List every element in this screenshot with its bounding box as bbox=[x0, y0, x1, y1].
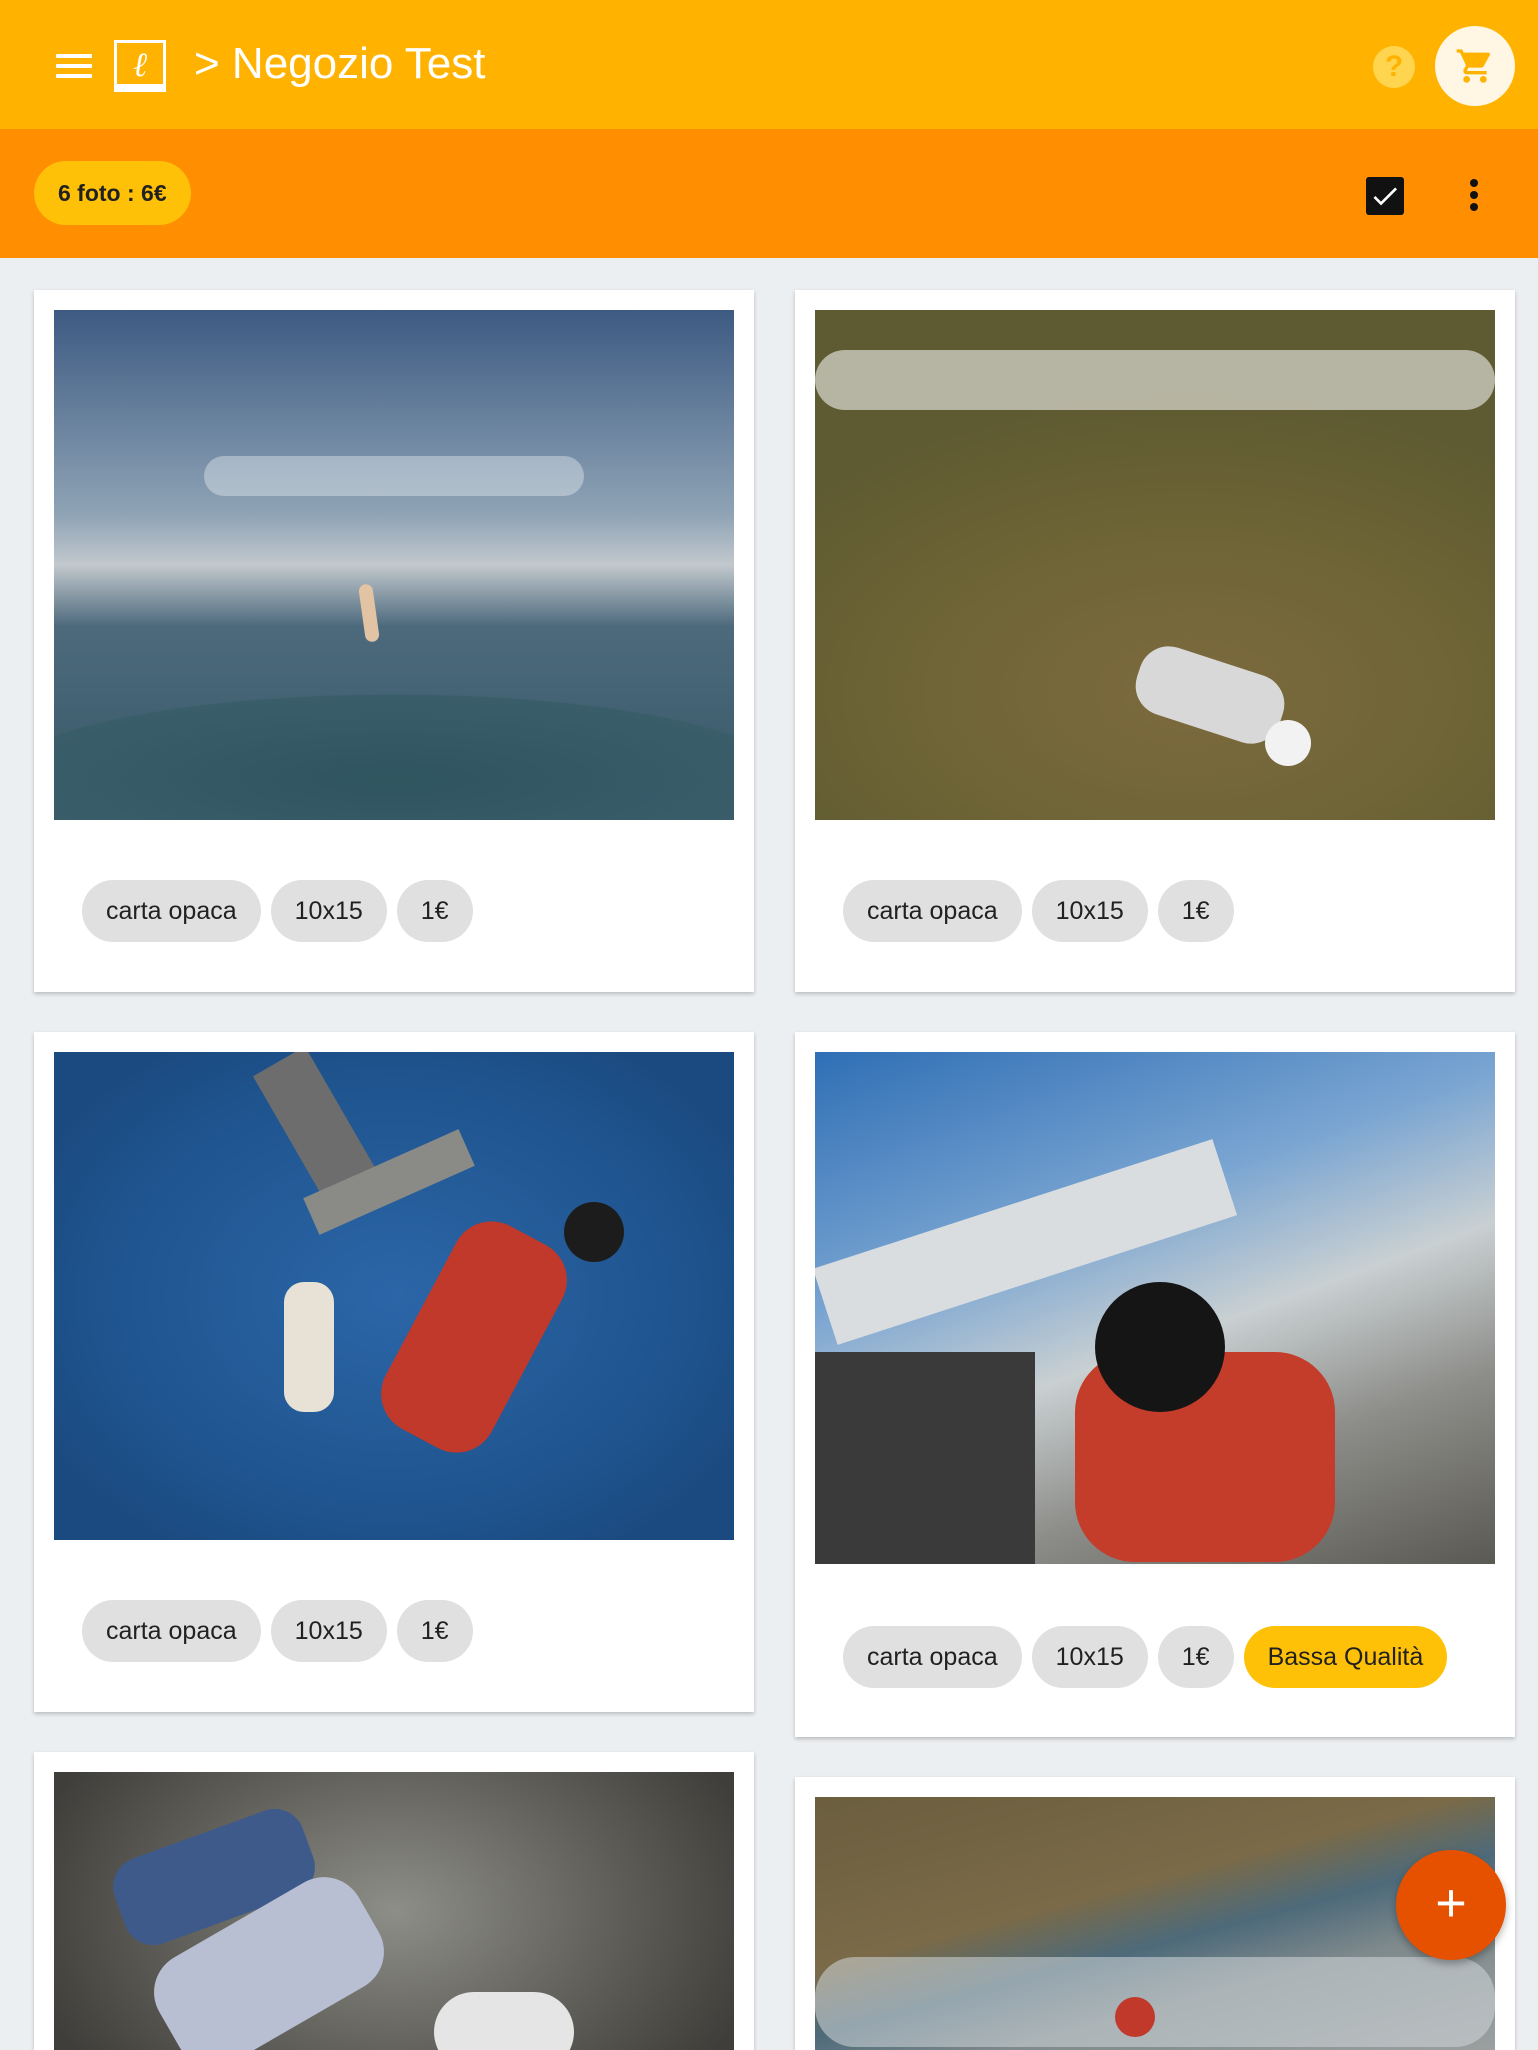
add-photo-button[interactable]: + bbox=[1396, 1850, 1506, 1960]
chip-paper[interactable]: carta opaca bbox=[843, 880, 1022, 942]
page-title: > Negozio Test bbox=[194, 39, 486, 88]
photo-count-badge: 6 foto : 6€ bbox=[34, 161, 191, 225]
chip-size[interactable]: 10x15 bbox=[270, 880, 387, 942]
chip-price[interactable]: 1€ bbox=[396, 880, 473, 942]
low-quality-badge[interactable]: Bassa Qualità bbox=[1243, 1626, 1448, 1688]
chip-paper[interactable]: carta opaca bbox=[843, 1626, 1022, 1688]
logo-icon[interactable]: ℓ bbox=[114, 40, 166, 92]
photo-image[interactable] bbox=[815, 1052, 1495, 1564]
photo-card[interactable]: carta opaca 10x15 1€ bbox=[795, 290, 1515, 992]
photo-image[interactable] bbox=[815, 310, 1495, 820]
photo-image[interactable] bbox=[54, 1772, 734, 2050]
photo-card[interactable]: carta opaca 10x15 1€ bbox=[34, 290, 754, 992]
app-bar: ℓ > Negozio Test ? bbox=[0, 0, 1538, 129]
chip-paper[interactable]: carta opaca bbox=[82, 1600, 261, 1662]
chip-size[interactable]: 10x15 bbox=[1031, 1626, 1148, 1688]
selection-toolbar: 6 foto : 6€ bbox=[0, 129, 1538, 258]
photo-image[interactable] bbox=[54, 310, 734, 820]
more-vert-icon[interactable] bbox=[1464, 175, 1484, 215]
help-icon[interactable]: ? bbox=[1373, 46, 1415, 88]
chip-price[interactable]: 1€ bbox=[1157, 880, 1234, 942]
photo-image[interactable] bbox=[54, 1052, 734, 1540]
chip-paper[interactable]: carta opaca bbox=[82, 880, 261, 942]
chip-price[interactable]: 1€ bbox=[396, 1600, 473, 1662]
photo-image[interactable] bbox=[815, 1797, 1495, 2050]
photo-card[interactable] bbox=[34, 1752, 754, 2050]
chip-size[interactable]: 10x15 bbox=[1031, 880, 1148, 942]
photo-card[interactable]: carta opaca 10x15 1€ Bassa Qualità bbox=[795, 1032, 1515, 1737]
cart-button[interactable] bbox=[1435, 26, 1515, 106]
checkbox-checked-icon[interactable] bbox=[1366, 177, 1404, 215]
chip-price[interactable]: 1€ bbox=[1157, 1626, 1234, 1688]
cart-icon bbox=[1456, 49, 1491, 83]
photo-card[interactable]: carta opaca 10x15 1€ bbox=[34, 1032, 754, 1712]
chip-size[interactable]: 10x15 bbox=[270, 1600, 387, 1662]
menu-icon[interactable] bbox=[52, 48, 96, 84]
